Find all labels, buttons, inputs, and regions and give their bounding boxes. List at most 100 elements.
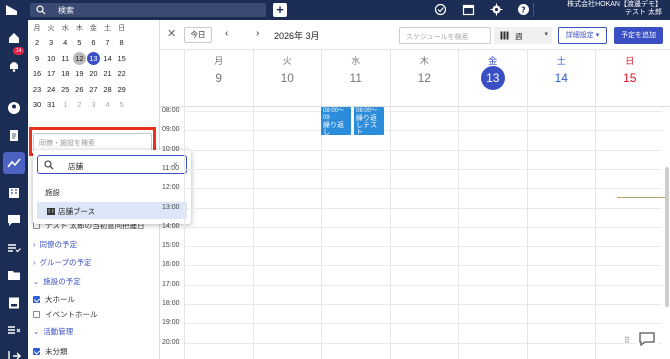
mini-calendar-day[interactable]: 25 xyxy=(58,82,72,98)
mini-calendar-day[interactable]: 24 xyxy=(44,82,58,98)
time-label: 19:00 xyxy=(162,319,180,327)
bell-icon[interactable] xyxy=(6,58,22,74)
checkbox-checked[interactable] xyxy=(33,348,40,355)
mini-calendar-day[interactable]: 6 xyxy=(86,35,100,51)
mini-calendar-day[interactable]: 26 xyxy=(72,82,86,98)
check-circle-icon[interactable] xyxy=(434,3,447,16)
day-column-header[interactable]: 月9 xyxy=(184,50,253,106)
folder-icon[interactable] xyxy=(6,267,22,283)
home-logo-icon[interactable] xyxy=(5,3,18,16)
document-icon[interactable] xyxy=(6,128,22,144)
view-select[interactable]: 週 ▾ xyxy=(494,27,552,44)
day-column-header[interactable]: 火 10 xyxy=(252,50,322,106)
calendar-icon[interactable] xyxy=(462,3,475,16)
list-check-icon[interactable] xyxy=(6,322,22,338)
sidebar-checkbox-item[interactable]: 大ホール xyxy=(33,294,75,305)
mini-calendar-day[interactable]: 3 xyxy=(44,35,58,51)
sidebar-checkbox-item[interactable]: イベントホール xyxy=(33,309,98,320)
calendar-event[interactable]: 08:00～09 繰り返し xyxy=(321,107,351,135)
day-column-header[interactable]: 金 13 xyxy=(458,50,527,106)
mini-calendar-day[interactable]: 1 xyxy=(58,97,72,113)
checkbox-checked[interactable] xyxy=(33,296,40,303)
calendar-event[interactable]: 08:00～ 繰り返しテスト xyxy=(354,107,384,135)
day-number: 28 xyxy=(103,84,112,94)
mini-calendar-day[interactable]: 19 xyxy=(72,66,86,82)
drag-handle-icon[interactable]: ⠿ xyxy=(624,336,630,345)
day-number: 2 xyxy=(77,100,82,109)
account-info[interactable]: 株式会社HOKAN【渡邊デモ】 テスト 太郎 xyxy=(567,1,662,17)
gear-icon[interactable] xyxy=(490,3,503,16)
detail-settings-button[interactable]: 詳細設定 ▾ xyxy=(558,27,607,44)
grid-hour-line xyxy=(184,323,662,325)
mini-calendar-day[interactable]: 20 xyxy=(86,66,100,82)
mini-calendar-day[interactable]: 4 xyxy=(58,35,72,51)
close-panel-icon[interactable]: ✕ xyxy=(167,28,176,40)
home-icon[interactable] xyxy=(6,30,22,46)
sidebar-checkbox-item[interactable]: 未分類 xyxy=(33,346,68,357)
day-number: 18 xyxy=(61,69,70,78)
add-schedule-button[interactable]: 予定を追加 xyxy=(614,27,663,44)
mini-calendar-day[interactable]: 3 xyxy=(86,97,100,113)
chat-icon[interactable] xyxy=(6,212,22,228)
mini-calendar-day[interactable]: 16 xyxy=(30,66,44,82)
mini-calendar-day[interactable]: 13 xyxy=(86,51,100,67)
nav-analytics-active[interactable] xyxy=(3,152,25,174)
person-icon[interactable] xyxy=(6,100,22,116)
mini-calendar-day[interactable]: 9 xyxy=(30,51,44,67)
day-number: 24 xyxy=(46,84,56,94)
mini-calendar-day[interactable]: 12 xyxy=(72,51,86,67)
mini-calendar-day[interactable]: 22 xyxy=(115,66,129,82)
mini-calendar-day[interactable]: 11 xyxy=(58,51,72,67)
mini-calendar-day[interactable]: 28 xyxy=(100,82,114,98)
create-button[interactable]: + xyxy=(273,3,287,17)
checkbox-unchecked[interactable] xyxy=(33,311,40,318)
task-icon[interactable] xyxy=(6,240,22,256)
time-label: 18:00 xyxy=(162,300,180,307)
today-button[interactable]: 今日 xyxy=(184,27,212,43)
sidebar-item-label: 未分類 xyxy=(45,347,68,356)
report-icon[interactable] xyxy=(6,295,22,311)
day-number: 10 xyxy=(280,71,294,85)
day-column-header[interactable]: 日 15 xyxy=(595,50,664,106)
mini-calendar-day[interactable]: 5 xyxy=(72,35,86,51)
grid-scrollbar[interactable] xyxy=(665,167,669,307)
chevron-down-icon: ⌄ xyxy=(33,327,40,336)
schedule-search-input[interactable]: スケジュールを検索 xyxy=(399,27,491,44)
mini-calendar-day[interactable]: 27 xyxy=(86,82,100,98)
mini-calendar-day[interactable]: 7 xyxy=(100,35,114,51)
mini-calendar-day[interactable]: 21 xyxy=(100,66,114,82)
mini-calendar-day[interactable]: 29 xyxy=(115,82,129,98)
mini-calendar-day[interactable]: 5 xyxy=(115,97,129,113)
mini-calendar-day[interactable]: 8 xyxy=(115,35,129,51)
sidebar-section-toggle[interactable]: ⌄ 活動管理 xyxy=(33,326,73,337)
prev-week-button[interactable]: ‹ xyxy=(225,28,228,39)
mini-calendar-day[interactable]: 10 xyxy=(44,51,58,67)
mini-calendar-day[interactable]: 23 xyxy=(30,82,44,98)
day-column-header[interactable]: 木 12 xyxy=(389,50,459,106)
mini-calendar-day[interactable]: 18 xyxy=(58,66,72,82)
day-number: 5 xyxy=(119,100,124,109)
building-icon[interactable] xyxy=(6,185,22,201)
logout-icon[interactable] xyxy=(6,348,22,359)
sidebar-link[interactable]: › グループの予定 xyxy=(33,257,92,268)
mini-calendar-week: 9 10 11 12 13 14 15 xyxy=(30,51,158,67)
next-week-button[interactable]: › xyxy=(256,28,259,39)
week-time-grid[interactable]: 08:00 09:00 10:00 11:00 12:00 13:00 14:00 15:00… xyxy=(160,106,670,359)
day-column-header[interactable]: 水 11 xyxy=(321,50,390,106)
day-number: 3 xyxy=(91,100,96,109)
day-column-header[interactable]: 土 14 xyxy=(526,50,596,106)
chat-support-icon[interactable] xyxy=(636,328,658,350)
mini-calendar-day[interactable]: 17 xyxy=(44,66,58,82)
mini-calendar-day[interactable]: 4 xyxy=(100,97,114,113)
mini-calendar-day[interactable]: 31 xyxy=(44,97,58,113)
mini-calendar-day[interactable]: 2 xyxy=(72,97,86,113)
sidebar-section-toggle[interactable]: ⌄ 施設の予定 xyxy=(33,276,81,287)
mini-calendar-day[interactable]: 2 xyxy=(30,35,44,51)
mini-calendar-day[interactable]: 15 xyxy=(115,51,129,67)
help-icon[interactable]: ? xyxy=(517,3,530,16)
mini-calendar-day[interactable]: 14 xyxy=(100,51,114,67)
mini-calendar-day[interactable]: 30 xyxy=(30,97,44,113)
global-search-input[interactable]: 検索 xyxy=(30,3,266,17)
sidebar-link[interactable]: › 同僚の予定 xyxy=(33,239,77,250)
day-number: 29 xyxy=(117,84,126,94)
